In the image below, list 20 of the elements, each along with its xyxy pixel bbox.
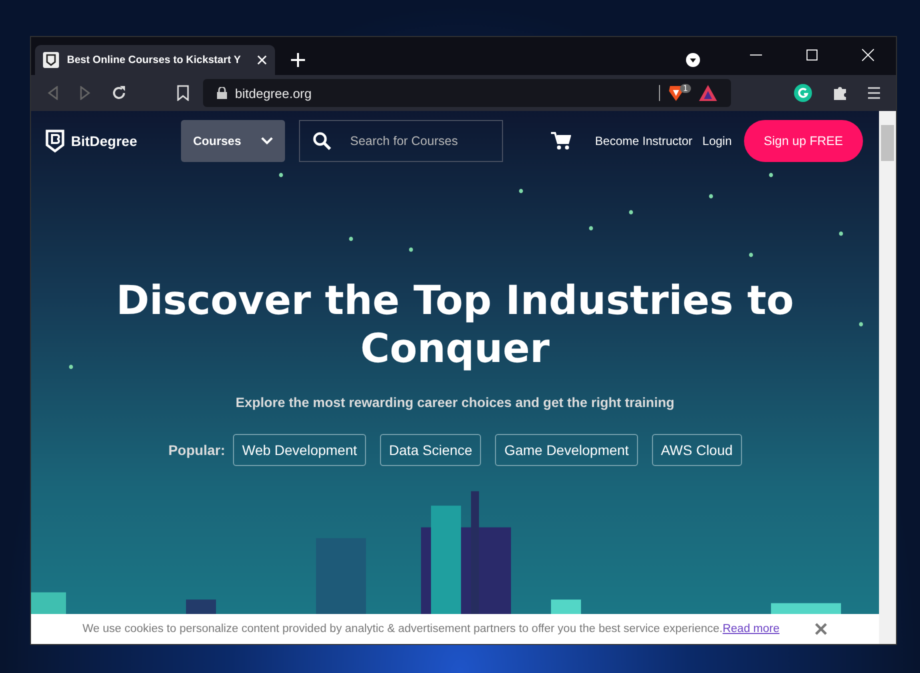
hero-subtitle: Explore the most rewarding career choices and get the right training — [236, 395, 674, 410]
logo-text[interactable]: BitDegree — [71, 133, 138, 149]
popular-label: Popular: — [168, 442, 226, 458]
url-text: bitdegree.org — [235, 86, 312, 100]
topic-tag[interactable]: Web Development — [233, 434, 366, 466]
signup-button[interactable]: Sign up FREE — [744, 120, 863, 162]
hero-heading: Discover the Top Industries to Conquer — [115, 277, 795, 373]
topic-tag[interactable]: Game Development — [495, 434, 638, 466]
browser-tab[interactable]: Best Online Courses to Kickstart Y — [35, 45, 275, 75]
nav-link[interactable]: Become Instructor — [595, 134, 692, 148]
blocked-count-badge: 1 — [680, 84, 691, 92]
address-bar[interactable]: bitdegree.org 1 — [203, 79, 731, 107]
courses-dropdown[interactable]: Courses — [181, 120, 286, 162]
nav-link[interactable]: Login — [702, 134, 732, 148]
search-field[interactable]: Search for Courses — [299, 120, 504, 162]
topic-tag[interactable]: Data Science — [380, 434, 482, 466]
topic-tag[interactable]: AWS Cloud — [652, 434, 742, 466]
tab-title: Best Online Courses to Kickstart Y — [67, 54, 242, 66]
cookie-notice: We use cookies to personalize content provided by analytic & advertisement partners to offer you the best service experience.Read more — [82, 623, 780, 635]
read-more-link[interactable]: Read more — [722, 623, 780, 635]
